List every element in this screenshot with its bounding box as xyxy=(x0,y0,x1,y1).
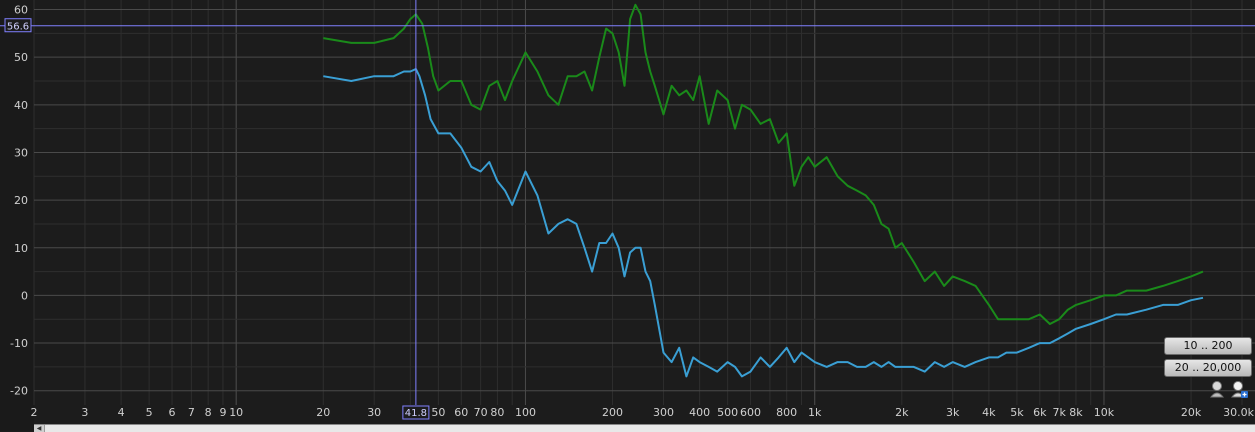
y-tick-label: -20 xyxy=(10,385,28,398)
range-20-20000-button[interactable]: 20 .. 20,000 xyxy=(1164,359,1252,377)
x-tick-label: 8 xyxy=(205,406,212,419)
y-tick-label: 60 xyxy=(14,4,28,17)
frequency-response-chart[interactable]: 6050403020100-10-202 3 4 5 6 7 8 9 10 20 30 50 60 70 8… xyxy=(0,0,1255,431)
x-tick-label: 7 xyxy=(188,406,195,419)
zoom-out-icon[interactable] xyxy=(1209,380,1227,398)
cursor-y-readout: 56.6 xyxy=(7,22,29,33)
range-10-200-button[interactable]: 10 .. 200 xyxy=(1164,337,1252,355)
x-tick-label: 80 xyxy=(490,406,504,419)
cursor-x-readout: 41.8 xyxy=(405,408,427,419)
x-tick-label: 7k xyxy=(1052,406,1066,419)
y-tick-label: 50 xyxy=(14,51,28,64)
x-tick-label: 3k xyxy=(946,406,960,419)
x-tick-label: 1k xyxy=(808,406,822,419)
x-tick-label: 60 xyxy=(454,406,468,419)
x-tick-label: 50 xyxy=(431,406,445,419)
plot-area xyxy=(34,0,1242,405)
x-tick-label: 20k xyxy=(1181,406,1202,419)
x-tick-label: 6 xyxy=(169,406,176,419)
x-tick-label: 70 xyxy=(474,406,488,419)
x-tick-label: 20 xyxy=(316,406,330,419)
x-tick-label: 300 xyxy=(653,406,674,419)
x-tick-label: 30.0k xyxy=(1223,406,1254,419)
y-tick-label: 30 xyxy=(14,146,28,159)
x-tick-label: 400 xyxy=(689,406,710,419)
y-tick-label: 0 xyxy=(21,289,28,302)
x-tick-label: 10 xyxy=(229,406,243,419)
x-tick-label: 10k xyxy=(1094,406,1115,419)
x-tick-label: 5 xyxy=(146,406,153,419)
x-tick-label: 2 xyxy=(31,406,38,419)
y-tick-label: 40 xyxy=(14,99,28,112)
x-tick-label: 30 xyxy=(367,406,381,419)
y-tick-label: 20 xyxy=(14,194,28,207)
x-tick-label: 3 xyxy=(81,406,88,419)
x-tick-label: 200 xyxy=(602,406,623,419)
x-tick-label: 4k xyxy=(982,406,996,419)
x-tick-label: 2k xyxy=(895,406,909,419)
y-axis-gutter xyxy=(0,0,34,431)
x-tick-label: 5k xyxy=(1010,406,1024,419)
y-tick-label: 10 xyxy=(14,242,28,255)
x-tick-label: 6k xyxy=(1033,406,1047,419)
x-tick-label: 600 xyxy=(740,406,761,419)
y-tick-label: -10 xyxy=(10,337,28,350)
zoom-in-icon[interactable] xyxy=(1230,380,1248,398)
x-tick-label: 4 xyxy=(118,406,125,419)
x-tick-label: 800 xyxy=(776,406,797,419)
x-tick-label: 500 xyxy=(717,406,738,419)
x-tick-label: 100 xyxy=(515,406,536,419)
x-tick-label: 8k xyxy=(1069,406,1083,419)
x-tick-label: 9 xyxy=(219,406,226,419)
